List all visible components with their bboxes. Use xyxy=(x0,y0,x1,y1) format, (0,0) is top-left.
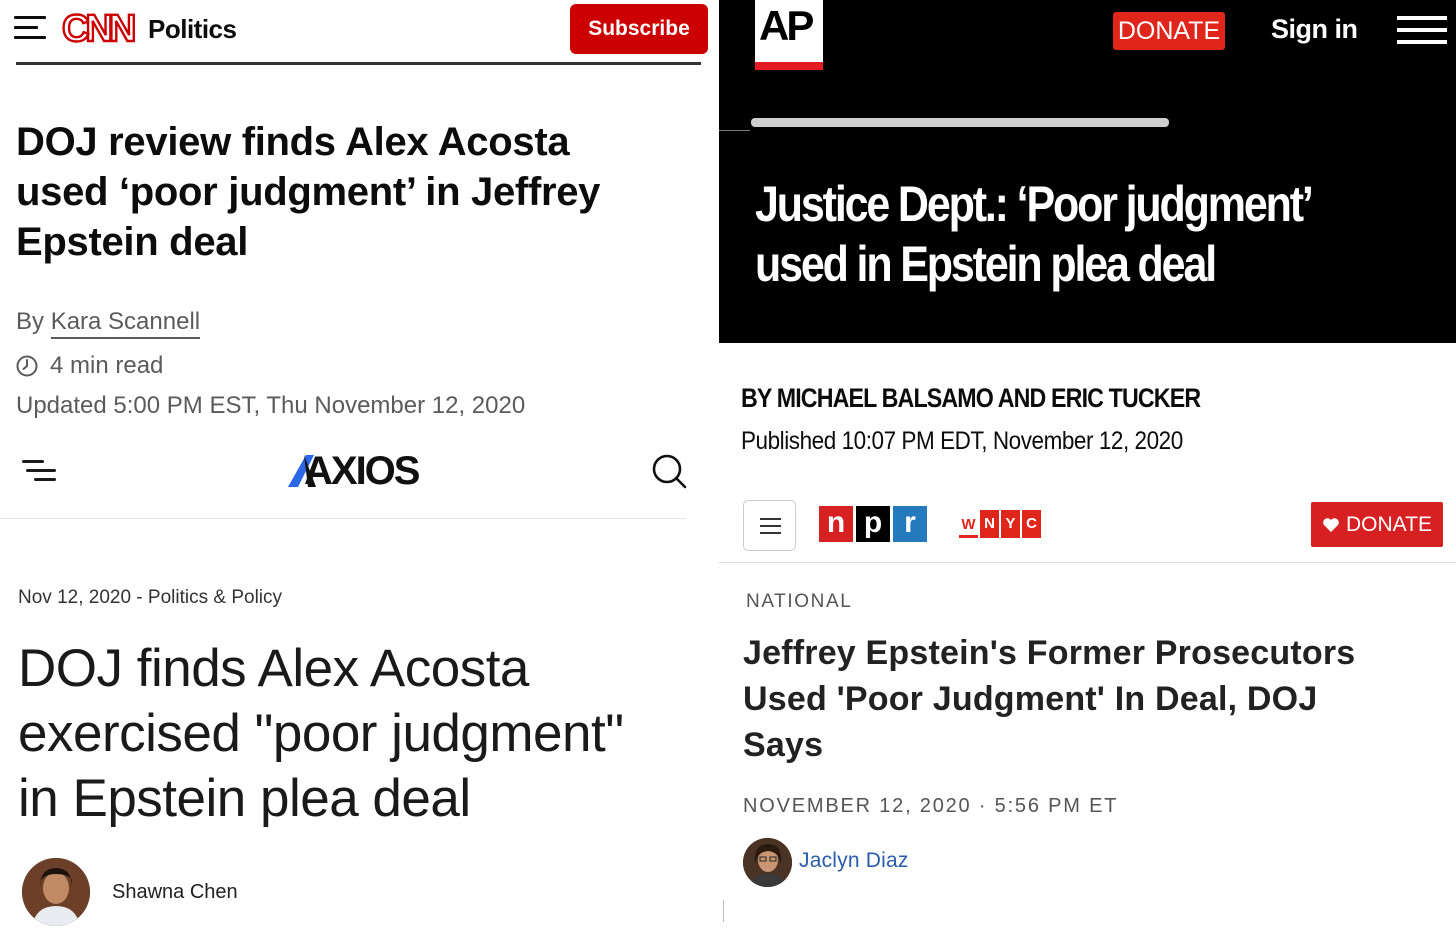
article-meta: Nov 12, 2020 - Politics & Policy xyxy=(18,587,283,608)
headline-line: DOJ review finds Alex Acosta xyxy=(16,120,570,164)
headline-line: Says xyxy=(743,726,824,764)
headline-line: Jeffrey Epstein's Former Prosecutors xyxy=(743,634,1356,672)
headline-line: Epstein deal xyxy=(16,220,249,264)
wnyc-logo-letter: C xyxy=(1022,510,1041,538)
read-time: 4 min read xyxy=(16,352,163,380)
headline-line: in Epstein plea deal xyxy=(18,769,471,828)
wnyc-logo-letter: Y xyxy=(1001,510,1020,538)
published-timestamp: Published 10:07 PM EDT, November 12, 202… xyxy=(741,427,1183,455)
reading-progress-bar xyxy=(751,118,1169,127)
headline-line: used in Epstein plea deal xyxy=(755,236,1217,292)
header-divider xyxy=(16,62,701,65)
author-name[interactable]: Shawna Chen xyxy=(112,881,238,904)
read-time-label: 4 min read xyxy=(50,352,164,379)
byline: BY MICHAEL BALSAMO AND ERIC TUCKER xyxy=(741,383,1201,413)
hamburger-menu-icon[interactable] xyxy=(22,456,56,484)
updated-timestamp: Updated 5:00 PM EST, Thu November 12, 20… xyxy=(16,392,526,419)
headline-line: used ‘poor judgment’ in Jeffrey xyxy=(16,170,601,214)
author-photo xyxy=(22,858,90,926)
clock-icon xyxy=(16,355,38,377)
ap-logo-text: AP xyxy=(759,2,814,49)
author-photo xyxy=(743,838,792,887)
donate-label: DONATE xyxy=(1346,512,1432,536)
author-avatar[interactable] xyxy=(22,858,90,926)
cnn-article-panel: CNN Politics Subscribe DOJ review finds … xyxy=(0,0,719,440)
divider xyxy=(723,900,724,922)
author-link[interactable]: Jaclyn Diaz xyxy=(799,849,909,873)
author-link[interactable]: Kara Scannell xyxy=(50,308,201,339)
wnyc-logo-letter: N xyxy=(980,510,999,538)
donate-button[interactable]: DONATE xyxy=(1311,502,1443,547)
headline-line: DOJ finds Alex Acosta xyxy=(18,639,529,698)
article-headline: Jeffrey Epstein's Former Prosecutors Use… xyxy=(743,630,1433,768)
hamburger-menu-icon[interactable] xyxy=(743,500,796,551)
heart-icon xyxy=(1323,517,1339,532)
wnyc-logo[interactable]: W N Y C xyxy=(959,510,1041,538)
subscribe-button[interactable]: Subscribe xyxy=(570,4,708,54)
ap-logo-bar xyxy=(755,62,823,70)
cnn-logo[interactable]: CNN xyxy=(62,8,144,48)
npr-logo-letter: n xyxy=(819,506,853,542)
headline-line: Justice Dept.: ‘Poor judgment’ xyxy=(755,176,1314,232)
author-avatar[interactable] xyxy=(743,838,792,887)
headline-line: exercised "poor judgment" xyxy=(18,704,624,763)
wnyc-logo-letter: W xyxy=(959,516,978,538)
ap-logo[interactable]: AP xyxy=(755,0,823,70)
byline-prefix: By xyxy=(16,308,51,335)
article-headline: DOJ review finds Alex Acosta used ‘poor … xyxy=(16,117,686,267)
axios-article-panel: AXIOS Nov 12, 2020 - Politics & Policy D… xyxy=(0,440,719,940)
ap-article-meta: BY MICHAEL BALSAMO AND ERIC TUCKER Publi… xyxy=(719,343,1456,500)
article-headline: Justice Dept.: ‘Poor judgment’ used in E… xyxy=(755,174,1340,294)
npr-logo-letter: p xyxy=(856,506,890,542)
svg-text:CNN: CNN xyxy=(62,8,134,48)
donate-button[interactable]: DONATE xyxy=(1113,12,1225,50)
published-date: NOVEMBER 12, 2020 · 5:56 PM ET xyxy=(743,795,1119,817)
header-divider xyxy=(0,518,686,519)
search-icon[interactable] xyxy=(650,452,688,490)
npr-logo[interactable]: n p r xyxy=(819,506,927,542)
divider xyxy=(719,130,750,131)
headline-line: Used 'Poor Judgment' In Deal, DOJ xyxy=(743,680,1318,718)
header-divider xyxy=(719,562,1456,563)
article-headline: DOJ finds Alex Acosta exercised "poor ju… xyxy=(18,636,698,831)
hamburger-menu-icon[interactable] xyxy=(1397,16,1447,46)
hamburger-menu-icon[interactable] xyxy=(14,14,46,40)
npr-article-panel: n p r W N Y C DONATE NATIONAL Jeffrey Ep… xyxy=(719,500,1456,940)
npr-logo-letter: r xyxy=(893,506,927,542)
ap-article-header: AP DONATE Sign in Justice Dept.: ‘Poor j… xyxy=(719,0,1456,343)
section-label[interactable]: NATIONAL xyxy=(746,591,852,613)
byline: By Kara Scannell xyxy=(16,308,201,339)
axios-logo-text: AXIOS xyxy=(304,449,420,493)
axios-logo[interactable]: AXIOS xyxy=(288,449,420,493)
section-label[interactable]: Politics xyxy=(148,14,237,45)
sign-in-link[interactable]: Sign in xyxy=(1271,14,1358,45)
